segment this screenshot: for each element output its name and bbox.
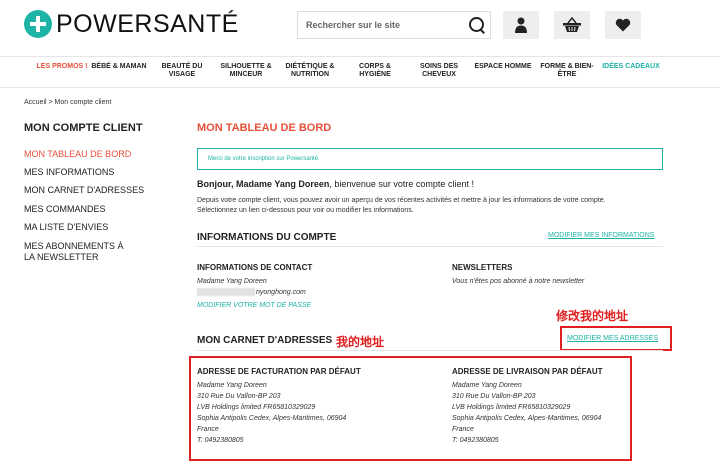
page-title: MON TABLEAU DE BORD [197, 122, 332, 134]
shipping-address-line: T: 0492380805 [452, 437, 499, 444]
shipping-address-line: 310 Rue Du Vallon-BP 203 [452, 393, 536, 400]
nav-item-cadeaux[interactable]: IDÉES CADEAUX [599, 63, 663, 71]
logo[interactable]: POWERSANTÉ [24, 8, 239, 40]
breadcrumb[interactable]: Accueil > Mon compte client [24, 99, 111, 106]
change-password-link[interactable]: MODIFIER VOTRE MOT DE PASSE [197, 302, 311, 309]
cart-button[interactable] [554, 11, 590, 39]
billing-address-line: Sophia Antipolis Cedex, Alpes-Maritimes,… [197, 415, 347, 422]
shipping-address-line: LVB Holdings limited FR65810329029 [452, 404, 571, 411]
billing-address-line: Madame Yang Doreen [197, 382, 267, 389]
search-input[interactable] [298, 12, 464, 38]
edit-info-link[interactable]: MODIFIER MES INFORMATIONS [548, 232, 654, 239]
shipping-address-line: Sophia Antipolis Cedex, Alpes-Maritimes,… [452, 415, 602, 422]
search-box [297, 11, 491, 39]
search-icon[interactable] [464, 12, 490, 38]
edit-addresses-link[interactable]: MODIFIER MES ADRESSES [567, 335, 658, 342]
nav-item-promos[interactable]: LES PROMOS ! [30, 63, 94, 71]
redacted-email [197, 288, 255, 297]
account-button[interactable] [503, 11, 539, 39]
nav-item-beaute-visage[interactable]: BEAUTÉ DU VISAGE [150, 63, 214, 79]
nav-item-dietetique[interactable]: DIÉTÉTIQUE & NUTRITION [278, 63, 342, 79]
nav-item-homme[interactable]: ESPACE HOMME [471, 63, 535, 71]
contact-email: nyonghong.com [197, 287, 306, 298]
nav-item-corps-hygiene[interactable]: CORPS & HYGIÈNE [343, 63, 407, 79]
newsletters-status: Vous n'êtes pos abonné à notre newslette… [452, 278, 585, 285]
basket-icon [563, 17, 581, 32]
sidebar-title: MON COMPTE CLIENT [24, 122, 143, 134]
billing-address-line: T: 0492380805 [197, 437, 244, 444]
shipping-address-line: France [452, 426, 474, 433]
sidebar-item-informations[interactable]: MES INFORMATIONS [24, 167, 174, 178]
contact-info-title: INFORMATIONS DE CONTACT [197, 263, 313, 272]
sidebar-item-wishlist[interactable]: MA LISTE D'ENVIES [24, 222, 174, 233]
newsletters-title: NEWSLETTERS [452, 263, 513, 272]
billing-address-title: ADRESSE DE FACTURATION PAR DÉFAUT [197, 367, 361, 376]
billing-address-line: France [197, 426, 219, 433]
sidebar-item-address-book[interactable]: MON CARNET D'ADRESSES [24, 185, 174, 196]
account-info-title: INFORMATIONS DU COMPTE [197, 232, 337, 243]
nav-item-bebe-maman[interactable]: BÉBÉ & MAMAN [87, 63, 151, 71]
heart-icon [615, 18, 631, 32]
shipping-address-title: ADRESSE DE LIVRAISON PAR DÉFAUT [452, 367, 603, 376]
greeting: Bonjour, Madame Yang Doreen, bienvenue s… [197, 179, 474, 189]
pharmacy-cross-icon [24, 10, 52, 38]
nav-item-silhouette[interactable]: SILHOUETTE & MINCEUR [214, 63, 278, 79]
sidebar-item-dashboard[interactable]: MON TABLEAU DE BORD [24, 149, 174, 160]
address-book-title: MON CARNET D'ADRESSES [197, 335, 333, 346]
main-nav: LES PROMOS ! BÉBÉ & MAMAN BEAUTÉ DU VISA… [0, 56, 720, 88]
divider [197, 246, 663, 247]
billing-address-line: 310 Rue Du Vallon-BP 203 [197, 393, 281, 400]
wishlist-button[interactable] [605, 11, 641, 39]
user-icon [515, 17, 527, 33]
edit-address-annotation: 修改我的地址 [556, 309, 629, 323]
shipping-address-line: Madame Yang Doreen [452, 382, 522, 389]
my-address-annotation: 我的地址 [336, 335, 385, 349]
intro-text: Depuis votre compte client, vous pouvez … [197, 197, 606, 214]
divider [197, 350, 663, 351]
contact-name: Madame Yang Doreen [197, 278, 267, 285]
sidebar-item-newsletter[interactable]: MES ABONNEMENTS À LA NEWSLETTER [24, 241, 124, 263]
success-notice: Merci de votre inscription sur Powersant… [197, 148, 663, 170]
nav-item-forme[interactable]: FORME & BIEN-ÊTRE [535, 63, 599, 79]
billing-address-line: LVB Holdings limited FR65810329029 [197, 404, 316, 411]
logo-text: POWERSANTÉ [56, 9, 239, 38]
nav-item-cheveux[interactable]: SOINS DES CHEVEUX [407, 63, 471, 79]
sidebar-item-orders[interactable]: MES COMMANDES [24, 204, 174, 215]
